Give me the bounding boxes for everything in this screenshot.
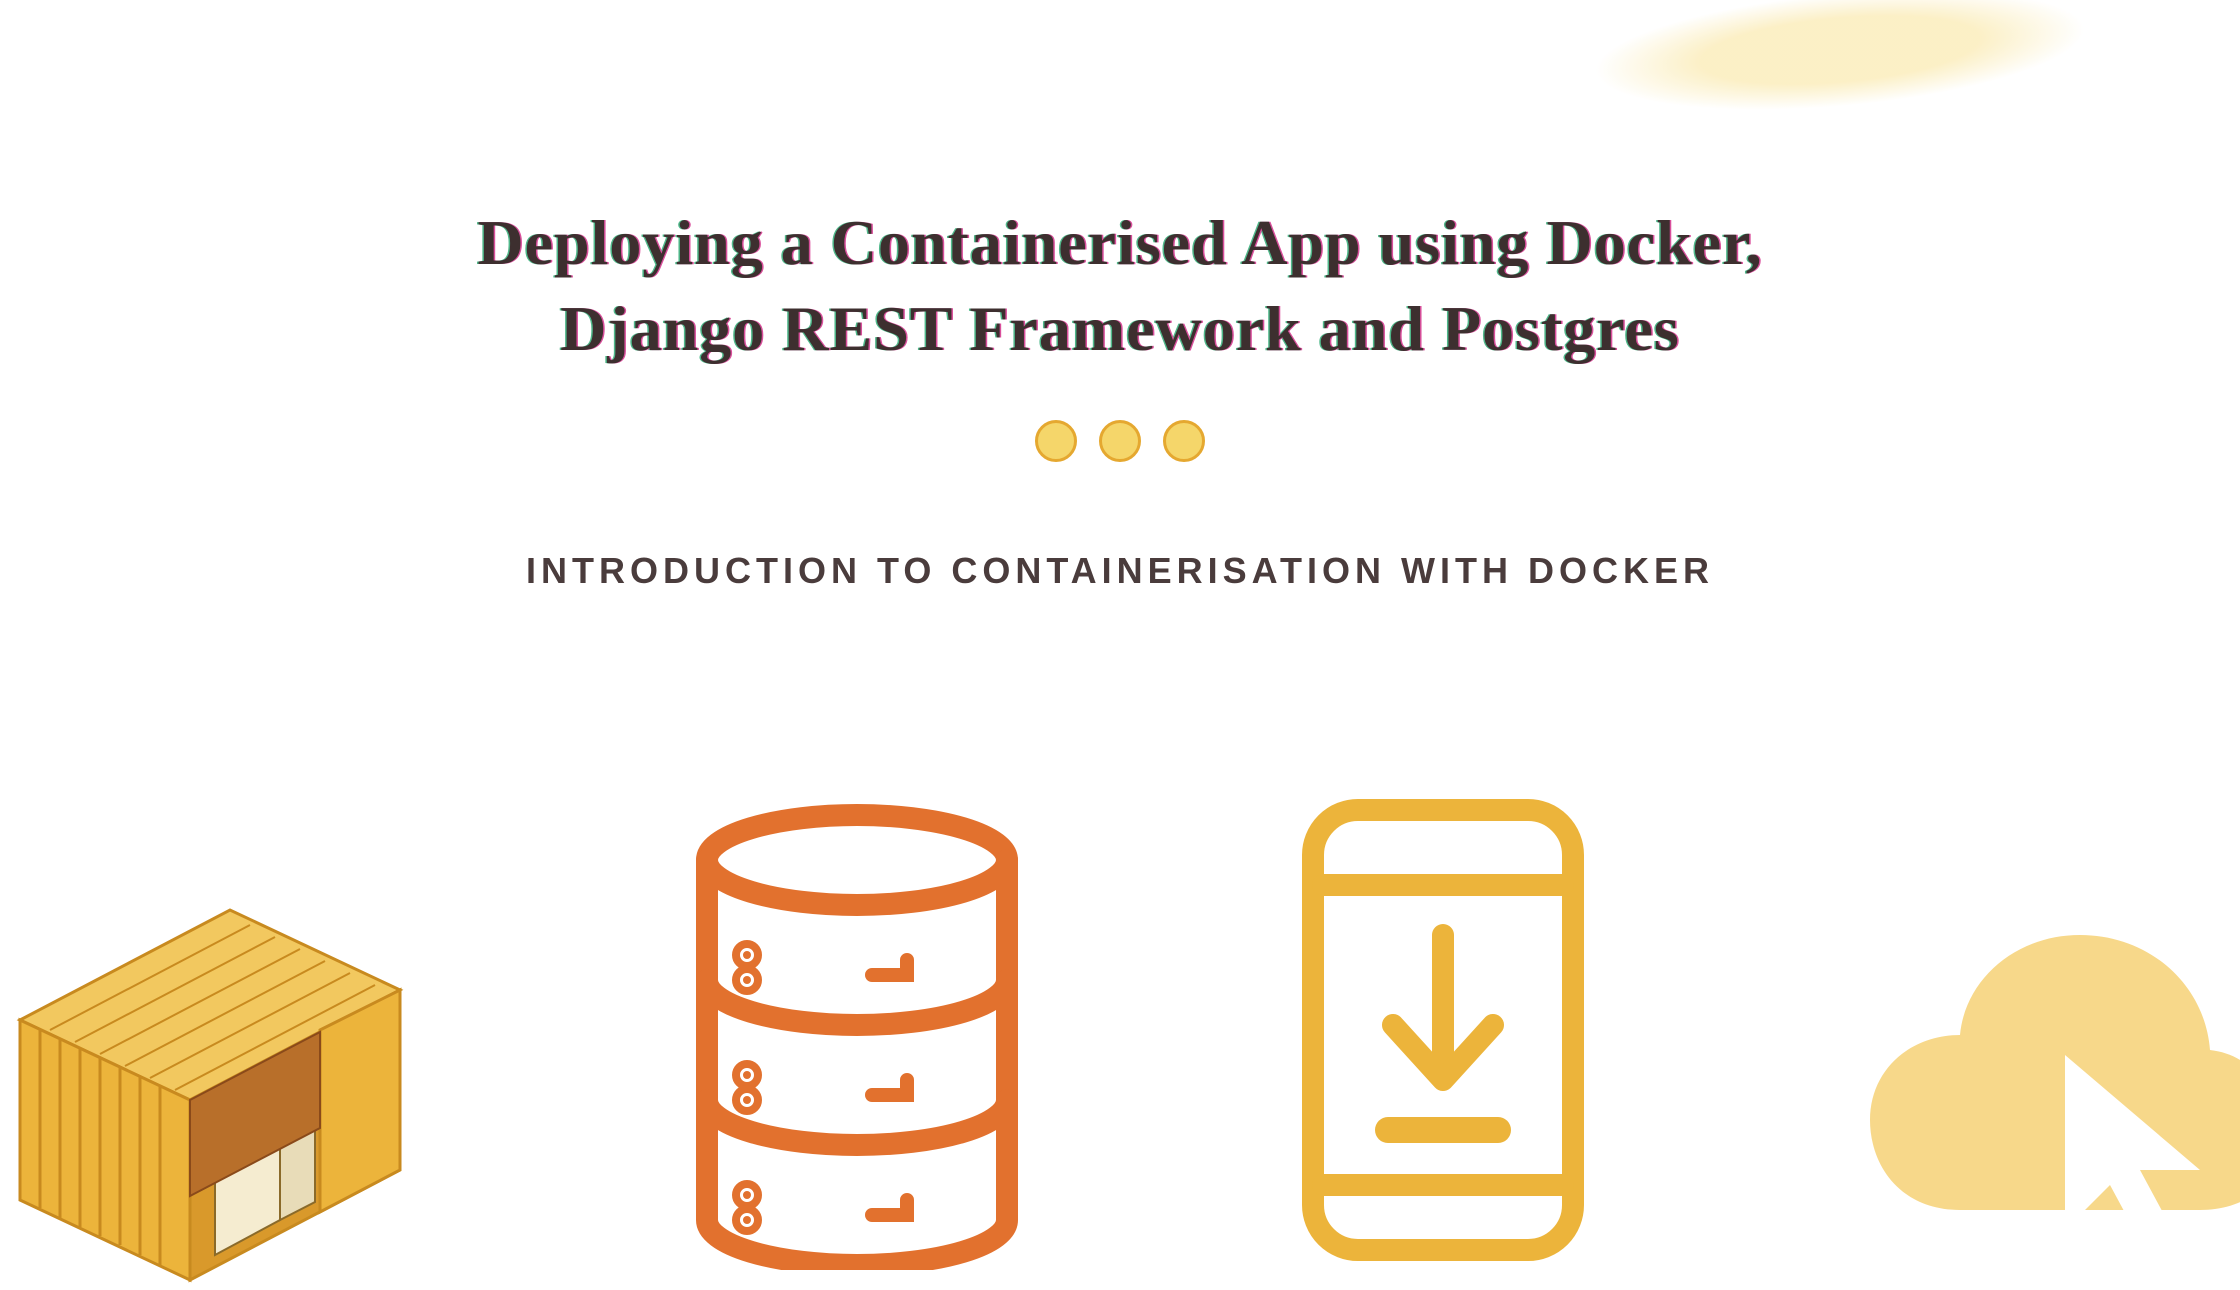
decorative-dots (1035, 420, 1205, 462)
database-icon (677, 800, 1037, 1270)
dot-icon (1163, 420, 1205, 462)
heading-line-1: Deploying a Containerised App using Dock… (477, 207, 1762, 278)
dot-icon (1099, 420, 1141, 462)
illustration-row (0, 700, 2240, 1260)
shipping-container-icon (0, 870, 420, 1290)
phone-download-icon (1293, 790, 1593, 1270)
cloud-cursor-icon (1850, 900, 2240, 1280)
brush-stroke-decoration (1483, 0, 2196, 170)
page-title: Deploying a Containerised App using Dock… (112, 200, 2128, 373)
page-subtitle: INTRODUCTION TO CONTAINERISATION WITH DO… (112, 550, 2128, 592)
heading-line-2: Django REST Framework and Postgres (560, 293, 1680, 364)
dot-icon (1035, 420, 1077, 462)
